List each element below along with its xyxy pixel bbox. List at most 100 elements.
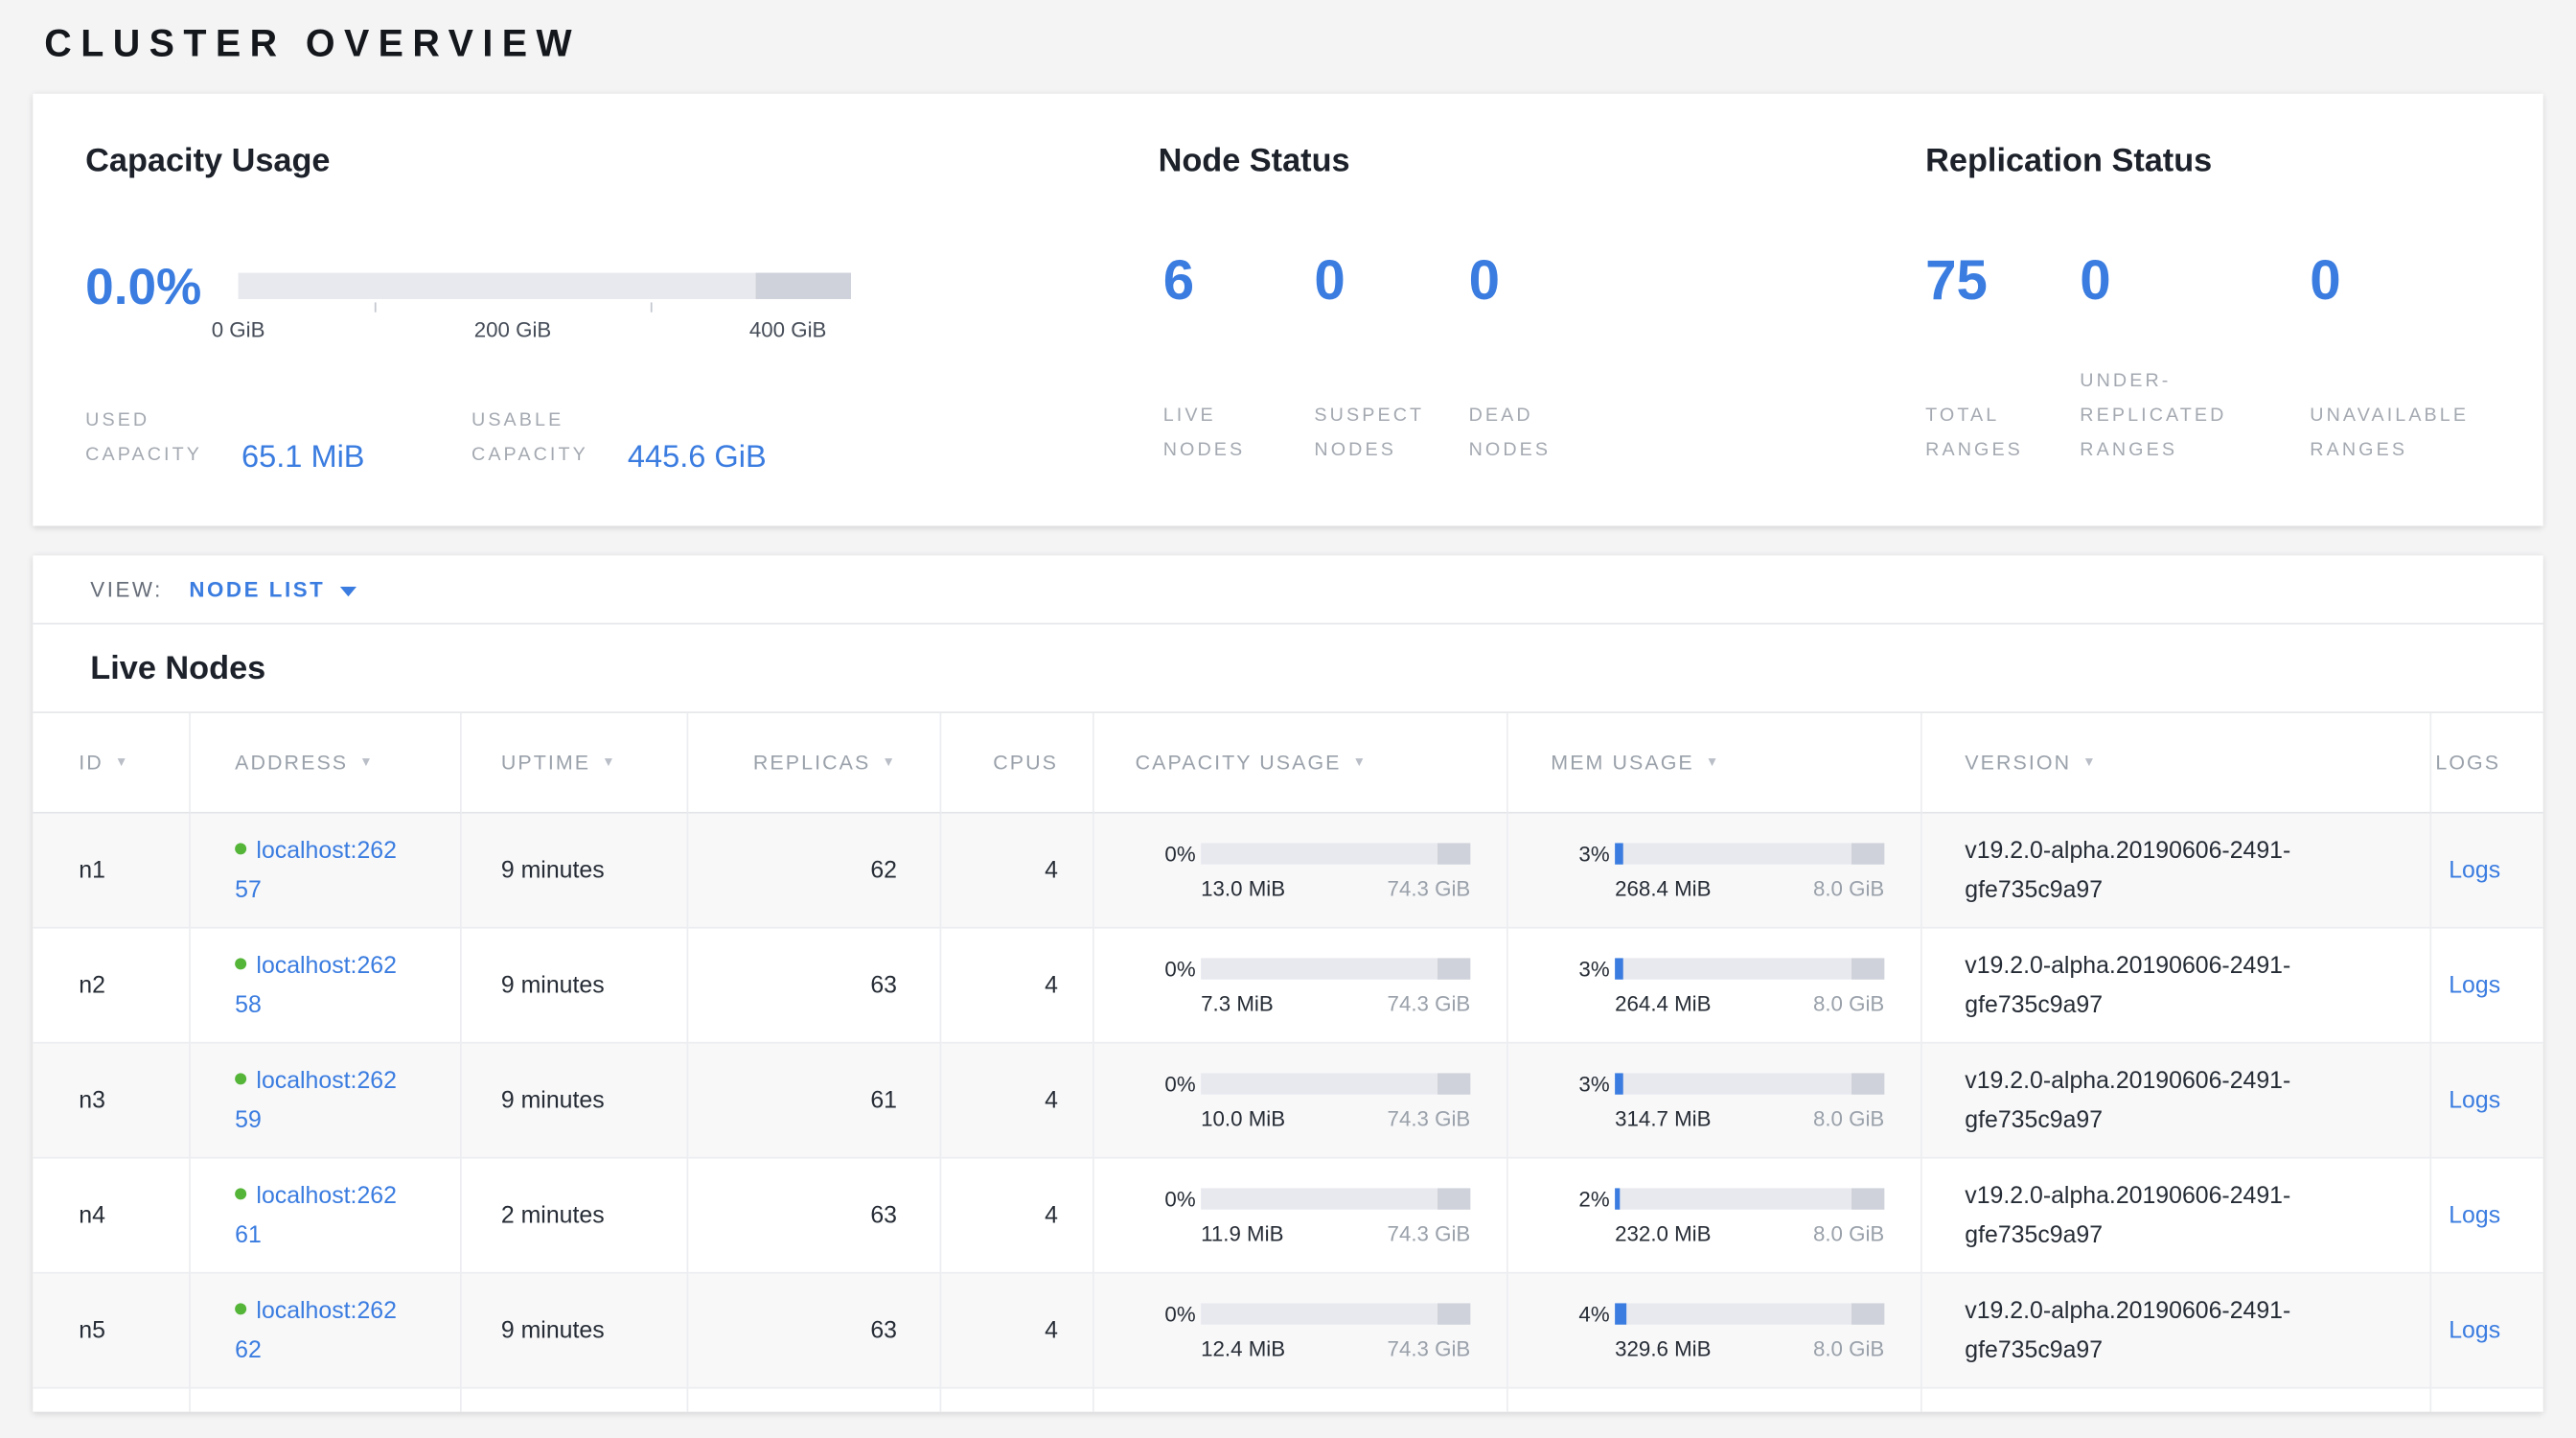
memory-bar-fill [1615,1188,1621,1209]
capacity-percent: 0% [1164,1072,1201,1097]
live-nodes-section-title: Live Nodes [33,624,2542,711]
column-header-address[interactable]: ADDRESS▼ [191,713,462,814]
node-uptime-cell: 9 minutes [462,814,689,929]
capacity-bar [1201,1303,1470,1324]
capacity-percent: 0% [1164,1302,1201,1327]
memory-total-value: 8.0 GiB [1813,875,1884,900]
axis-tick-label: 200 GiB [474,317,552,342]
node-uptime-cell: 2 minutes [462,1159,689,1274]
sort-desc-icon: ▼ [2082,754,2098,768]
node-replicas-cell: 62 [688,814,941,929]
node-logs-link[interactable]: Logs [2449,972,2500,998]
node-logs-cell: Logs [2431,1044,2543,1159]
capacity-used-value: 10.0 MiB [1201,1105,1285,1130]
cluster-summary-card: Capacity Usage 0.0% 0 GiB 200 GiB 400 Gi… [33,94,2542,526]
chevron-down-icon [340,586,356,595]
node-id-cell: n5 [33,1274,191,1389]
column-header-version[interactable]: VERSION▼ [1922,713,2431,814]
capacity-other-fill [756,273,851,299]
memory-percent: 4% [1578,1302,1615,1327]
sort-desc-icon: ▼ [1706,754,1721,768]
capacity-bar [1201,1073,1470,1094]
total-ranges-label: TOTAL RANGES [1925,400,2023,469]
column-header-id[interactable]: ID▼ [33,713,191,814]
node-id-cell: n2 [33,929,191,1044]
memory-percent: 2% [1578,1187,1615,1212]
memory-bar [1615,1188,1884,1209]
memory-percent: 3% [1578,957,1615,982]
column-header-mem-usage[interactable]: MEM USAGE▼ [1508,713,1922,814]
capacity-usage-title: Capacity Usage [85,143,330,180]
node-memory-cell: 2% 232.0 MiB8.0 GiB [1508,1159,1922,1274]
node-address-cell: localhost:26258 [191,929,462,1044]
view-dropdown[interactable]: NODE LIST [189,577,356,602]
node-healthy-icon [235,958,246,969]
node-address-cell: localhost:26259 [191,1044,462,1159]
node-memory-cell: 4% 329.6 MiB8.0 GiB [1508,1274,1922,1389]
suspect-nodes-stat: 0 SUSPECT NODES [1314,251,1465,468]
memory-used-value: 264.4 MiB [1615,990,1711,1015]
under-replicated-count: 0 [2080,251,2310,311]
unavailable-ranges-stat: 0 UNAVAILABLE RANGES [2310,251,2523,468]
column-header-cpus[interactable]: CPUS [941,713,1093,814]
node-healthy-icon [235,1073,246,1084]
node-cpus-cell: 4 [941,1044,1093,1159]
table-header-row: ID▼ ADDRESS▼ UPTIME▼ REPLICAS▼ CPUS CAPA… [33,711,2542,813]
axis-tick-label: 0 GiB [212,317,265,342]
memory-bar [1615,1073,1884,1094]
used-capacity-value: 65.1 MiB [242,440,365,476]
memory-bar [1615,843,1884,864]
memory-used-value: 268.4 MiB [1615,875,1711,900]
node-version-cell: v19.2.0-alpha.20190606-2491-gfe735c9a97 [1922,1159,2431,1274]
suspect-nodes-label: SUSPECT NODES [1314,400,1424,469]
capacity-bar-other [1438,843,1470,864]
column-header-uptime[interactable]: UPTIME▼ [462,713,689,814]
table-row: n1 localhost:26257 9 minutes 62 4 0% 13.… [33,814,2542,929]
table-row: n2 localhost:26258 9 minutes 63 4 0% 7.3… [33,929,2542,1044]
suspect-nodes-count: 0 [1314,251,1465,311]
live-nodes-label: LIVE NODES [1163,400,1246,469]
replication-status-title: Replication Status [1925,143,2212,180]
node-address-link[interactable]: localhost:26261 [235,1182,397,1248]
capacity-axis: 0 GiB 200 GiB 400 GiB [239,302,851,348]
memory-total-value: 8.0 GiB [1813,1335,1884,1360]
total-ranges-count: 75 [1925,251,2080,311]
axis-tick-label: 400 GiB [749,317,827,342]
node-memory-cell: 3% 264.4 MiB8.0 GiB [1508,929,1922,1044]
view-dropdown-value: NODE LIST [189,577,325,602]
node-cpus-cell: 4 [941,814,1093,929]
dead-nodes-stat: 0 DEAD NODES [1469,251,1621,468]
node-logs-link[interactable]: Logs [2449,1202,2500,1228]
node-address-link[interactable]: localhost:26259 [235,1067,397,1133]
node-address-link[interactable]: localhost:26257 [235,837,397,903]
memory-bar-other [1852,1188,1884,1209]
memory-percent: 3% [1578,1072,1615,1097]
node-logs-cell: Logs [2431,1159,2543,1274]
node-healthy-icon [235,1188,246,1199]
column-header-replicas[interactable]: REPLICAS▼ [688,713,941,814]
memory-used-value: 232.0 MiB [1615,1220,1711,1245]
node-address-cell: localhost:26261 [191,1159,462,1274]
capacity-percent: 0% [1164,1187,1201,1212]
under-replicated-stat: 0 UNDER- REPLICATED RANGES [2080,251,2310,468]
capacity-bar-other [1438,958,1470,979]
node-status-title: Node Status [1159,143,1350,180]
capacity-total-value: 74.3 GiB [1388,1105,1471,1130]
table-row: n4 localhost:26261 2 minutes 63 4 0% 11.… [33,1159,2542,1274]
usable-capacity-stat: USABLE CAPACITY 445.6 GiB [472,405,767,474]
under-replicated-label: UNDER- REPLICATED RANGES [2080,365,2226,469]
capacity-bar [1201,958,1470,979]
column-header-capacity-usage[interactable]: CAPACITY USAGE▼ [1094,713,1508,814]
node-address-link[interactable]: localhost:26262 [235,1297,397,1363]
node-address-link[interactable]: localhost:26258 [235,952,397,1018]
node-capacity-cell: 0% 10.0 MiB 74.3 GiB [1094,1044,1508,1159]
node-logs-link[interactable]: Logs [2449,1317,2500,1343]
page-title: CLUSTER OVERVIEW [44,21,581,65]
memory-bar-other [1852,958,1884,979]
node-logs-link[interactable]: Logs [2449,857,2500,883]
memory-total-value: 8.0 GiB [1813,1105,1884,1130]
memory-bar [1615,1303,1884,1324]
node-memory-cell: 3% 268.4 MiB8.0 GiB [1508,814,1922,929]
node-logs-link[interactable]: Logs [2449,1087,2500,1113]
node-uptime-cell: 9 minutes [462,1044,689,1159]
